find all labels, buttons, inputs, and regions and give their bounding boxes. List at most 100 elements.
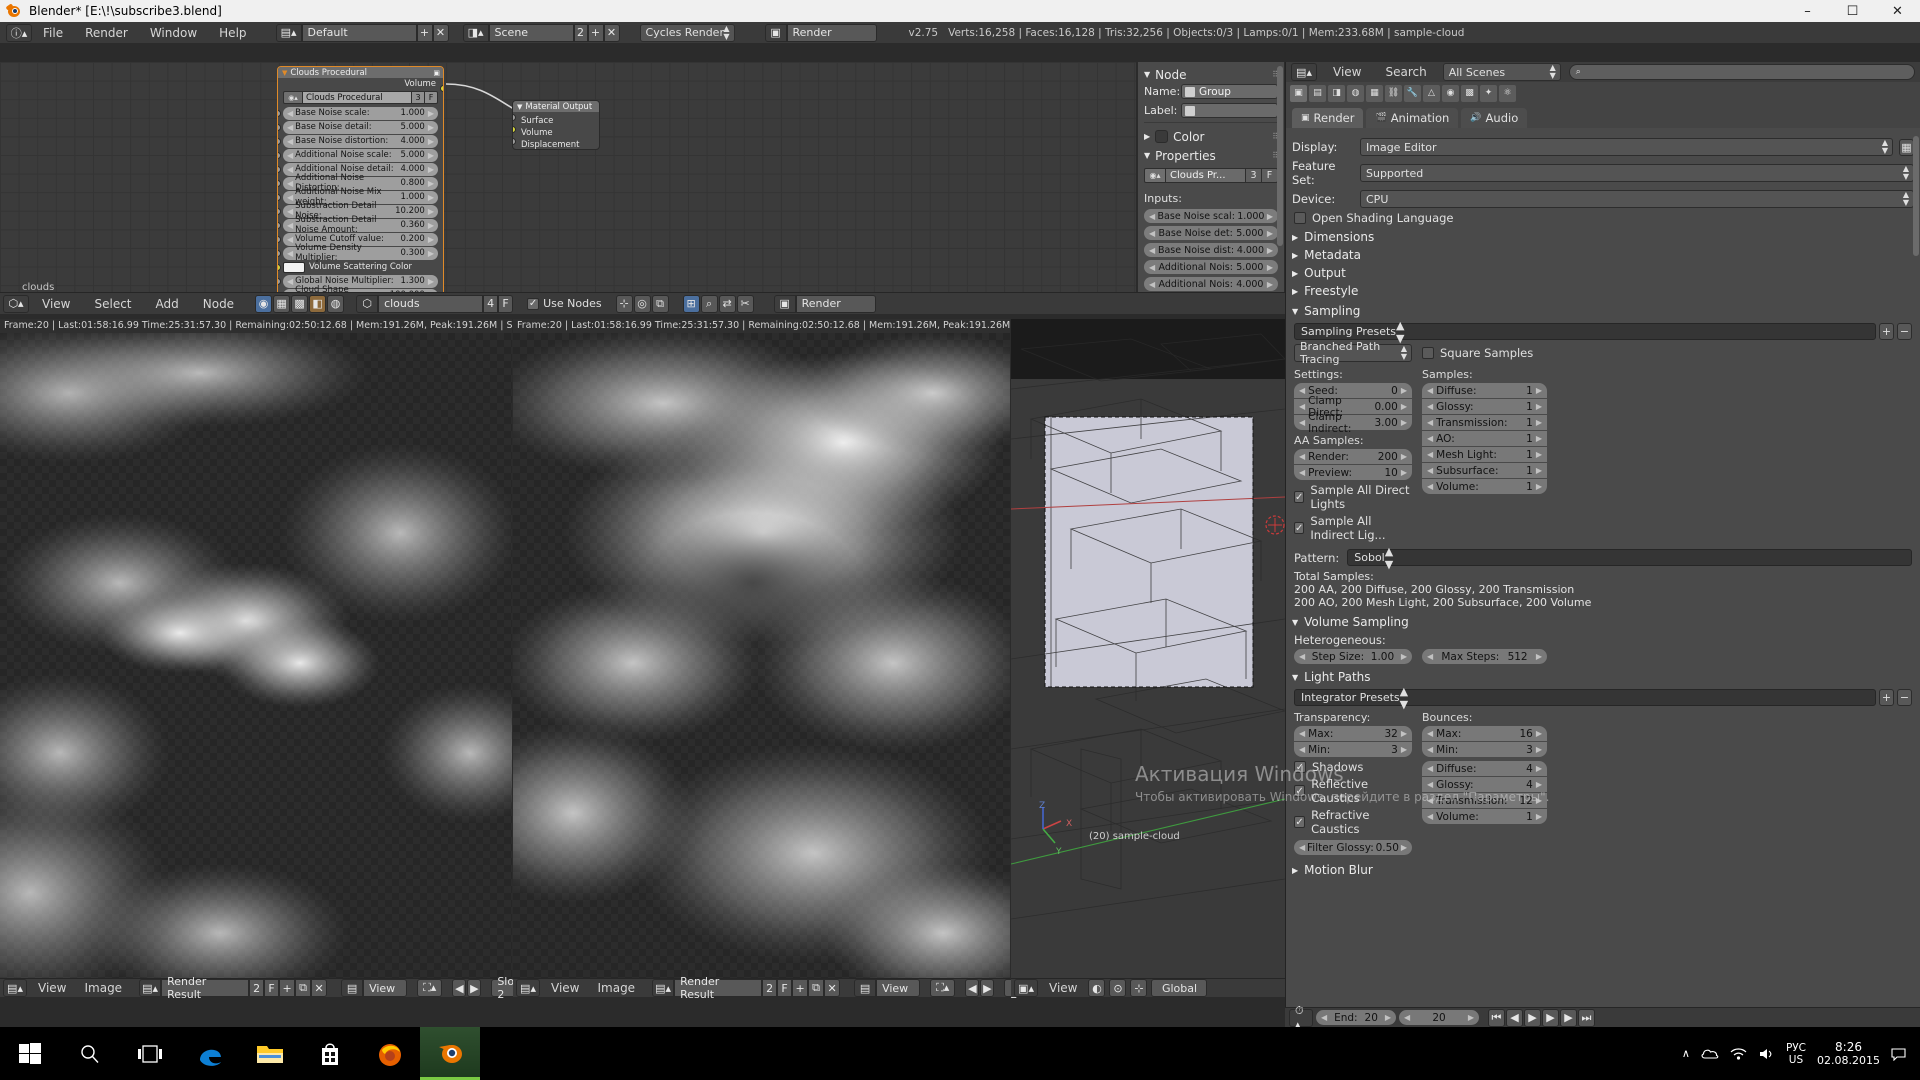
menu-window[interactable]: Window (139, 21, 208, 45)
add-image-left[interactable]: + (279, 979, 296, 997)
node-link-icon[interactable]: ⇄ (718, 294, 736, 313)
render-engine-dropdown[interactable]: Cycles Render ▲ ▼ (639, 23, 735, 42)
node-material-output[interactable]: ▼ Material Output Surface Volume Displacem… (512, 100, 600, 150)
language-indicator-line1[interactable]: РУС (1786, 1042, 1806, 1054)
node-tree-name[interactable]: clouds (378, 294, 484, 313)
node-tree-users[interactable]: 4 (483, 294, 499, 313)
delete-scene-button[interactable]: ✕ (603, 23, 620, 42)
viewport-editor-type-icon[interactable]: ▣▴ (1014, 979, 1038, 997)
node-cut-icon[interactable]: ✂ (736, 294, 754, 313)
overlay-icon[interactable]: ⧉ (651, 294, 669, 313)
image-editor-left[interactable]: Frame:20 | Last:01:58:16.99 Time:25:31:5… (0, 319, 525, 1001)
data-tab-icon[interactable]: △ (1423, 84, 1440, 102)
modifiers-tab-icon[interactable]: 🔧 (1404, 84, 1421, 102)
node-menu-node[interactable]: Node (192, 292, 245, 316)
delete-image-right[interactable]: ✕ (824, 979, 841, 997)
shader-type-icon[interactable]: ◉ (255, 294, 273, 313)
copy-image-right[interactable]: ⧉ (808, 979, 825, 997)
img-left-menu-view[interactable]: View (31, 979, 73, 998)
node-input-socket[interactable] (278, 222, 281, 229)
sidebar-input-field[interactable]: ◀ Base Noise det: 5.000 ▶ (1144, 226, 1278, 240)
sample-count-field[interactable]: ◀ Transmission: 1 ▶ (1422, 415, 1547, 430)
node-label-field[interactable] (1181, 103, 1278, 118)
render-result-image-right[interactable] (513, 333, 1010, 997)
node-input-socket[interactable] (278, 208, 281, 215)
scene-filter-dropdown[interactable]: All Scenes ▲ ▼ (1442, 63, 1561, 81)
socket-dot[interactable] (513, 126, 516, 133)
props-menu-view[interactable]: View (1325, 62, 1369, 82)
screen-layout-name[interactable]: Default (301, 23, 417, 42)
clock[interactable]: 8:26 02.08.2015 (1817, 1040, 1880, 1067)
expand-triangle-icon[interactable]: ▶ (1292, 866, 1298, 875)
node-input-socket[interactable] (278, 166, 281, 173)
node-zoom-icon[interactable]: ⌕ (700, 294, 718, 313)
render-icon[interactable]: ▣ (764, 23, 787, 42)
play-icon[interactable]: ▶ (1542, 1008, 1559, 1027)
volume-sampling-section-header[interactable]: ▼ Volume Sampling (1286, 613, 1920, 631)
node-input-row[interactable]: ◀ Base Noise detail: 5.000 ▶ (278, 121, 438, 135)
props-menu-search[interactable]: Search (1377, 62, 1434, 82)
render-pass-icon-right[interactable]: ⛶▴ (930, 979, 956, 997)
collapsed-section-dimensions[interactable]: ▶ Dimensions (1286, 228, 1920, 246)
tray-chevron-icon[interactable]: ∧ (1682, 1047, 1690, 1060)
image-name-left[interactable]: Render Result (161, 975, 250, 1001)
prev-keyframe-icon[interactable]: ◀ (1506, 1008, 1523, 1027)
img-left-menu-image[interactable]: Image (77, 979, 129, 998)
collapse-triangle-icon[interactable]: ▼ (517, 103, 522, 111)
texture-type-icon[interactable]: ▩ (291, 294, 309, 313)
sample-all-indirect-checkbox[interactable]: ✓ (1294, 522, 1305, 534)
node-section-header[interactable]: ▼ Node ⠿ (1144, 65, 1278, 84)
node-input-row[interactable]: Volume Scattering Color (278, 261, 438, 275)
collapse-triangle-icon[interactable]: ▼ (1292, 618, 1298, 627)
properties-scroll-area[interactable]: Display: Image Editor ▲ ▼ ▦ Feature Set: … (1286, 132, 1920, 1027)
render-result-image-left[interactable] (0, 333, 512, 997)
timeline-editor-type-icon[interactable]: ⏱▴ (1289, 1004, 1313, 1031)
image-datablock-icon-right[interactable]: ▤▴ (652, 979, 675, 997)
scene-tab-icon[interactable]: ◨ (1328, 84, 1345, 102)
node-input-row[interactable]: ◀ Volume Density Multiplier: 0.300 ▶ (278, 243, 438, 263)
add-scene-button[interactable]: + (587, 23, 604, 42)
search-input[interactable]: ⌕ (1568, 64, 1915, 80)
proportional-icon[interactable]: ◎ (633, 294, 651, 313)
integrator-presets-dropdown[interactable]: Integrator Presets ▲ ▼ (1294, 685, 1876, 711)
output-node-socket-row[interactable]: Volume (513, 124, 599, 138)
image-users-right[interactable]: 2 (762, 979, 778, 997)
node-clouds-procedural[interactable]: ▼ Clouds Procedural ▣ Volume ◉▴ Clouds P… (277, 66, 444, 298)
task-view-button[interactable] (120, 1027, 180, 1080)
collapse-triangle-icon[interactable]: ▼ (282, 69, 287, 77)
sidebar-nodegroup-name[interactable]: Clouds Pr... (1166, 168, 1246, 183)
compositing-type-icon[interactable]: ▦ (273, 294, 291, 313)
firefox-app[interactable] (360, 1027, 420, 1080)
socket-dot[interactable] (513, 138, 516, 145)
sidebar-input-field[interactable]: ◀ Additional Nois: 4.000 ▶ (1144, 277, 1278, 291)
network-icon[interactable] (1730, 1047, 1747, 1061)
nodegroup-name[interactable]: Clouds Procedural (303, 91, 412, 104)
node-input-socket[interactable] (278, 138, 281, 145)
properties-editor-type-icon[interactable]: ▤▴ (1291, 63, 1317, 81)
expand-triangle-icon[interactable]: ▶ (1292, 269, 1298, 278)
sidebar-nodegroup-users[interactable]: 3 (1246, 168, 1262, 183)
node-editor-type-icon[interactable]: ⬡▴ (3, 294, 29, 313)
sample-all-direct-checkbox[interactable]: ✓ (1294, 491, 1305, 503)
nodegroup-fake-user[interactable]: F (425, 91, 438, 104)
physics-tab-icon[interactable]: ⚛ (1499, 84, 1516, 102)
node-input-socket[interactable] (278, 264, 281, 271)
display-dropdown[interactable]: Image Editor ▲ ▼ (1360, 138, 1893, 156)
color-swatch[interactable] (283, 261, 305, 273)
node-input-socket[interactable] (278, 194, 281, 201)
next-slot-right[interactable]: ▶ (980, 979, 995, 997)
copy-image-left[interactable]: ⧉ (295, 979, 312, 997)
current-frame-field[interactable]: ◀ 20 ▶ (1399, 1010, 1479, 1025)
scene-icon[interactable]: ◨▴ (462, 23, 489, 42)
delete-screen-button[interactable]: ✕ (432, 23, 449, 42)
node-menu-select[interactable]: Select (83, 292, 142, 316)
nodegroup-icon[interactable]: ◉▴ (1144, 168, 1166, 183)
blender-app[interactable] (420, 1027, 480, 1080)
color-swatch[interactable] (1155, 130, 1169, 143)
explorer-app[interactable] (240, 1027, 300, 1080)
node-input-socket[interactable] (278, 236, 281, 243)
menu-help[interactable]: Help (208, 21, 257, 45)
close-button[interactable]: ✕ (1875, 0, 1920, 22)
sampling-section-header[interactable]: ▼ Sampling (1286, 302, 1920, 320)
view-mode-right[interactable]: View (876, 979, 921, 997)
